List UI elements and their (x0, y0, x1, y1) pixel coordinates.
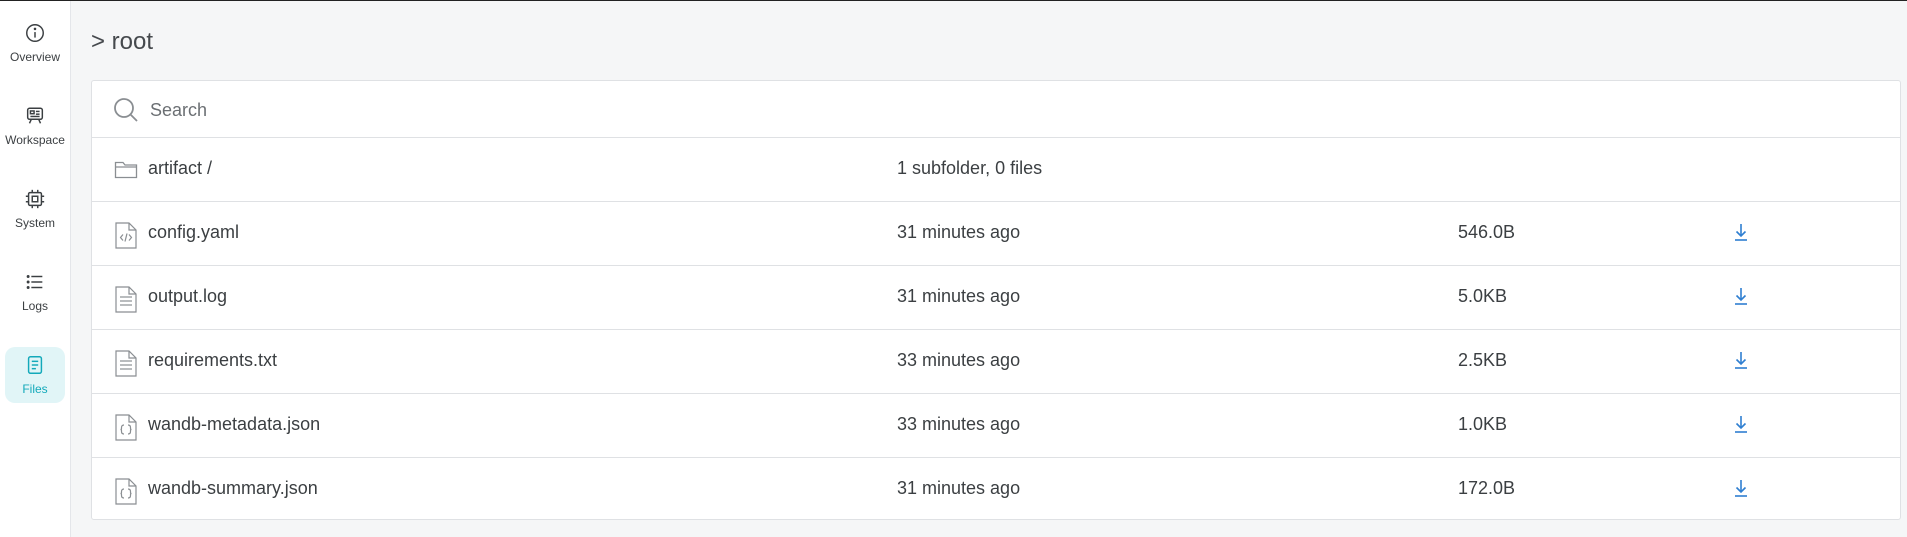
folder-summary: 1 subfolder, 0 files (897, 158, 1043, 178)
file-modified: 33 minutes ago (897, 350, 1021, 370)
search-input[interactable] (148, 95, 1852, 125)
top-border (0, 0, 1907, 1)
download-icon[interactable] (1730, 349, 1752, 371)
download-icon[interactable] (1730, 477, 1752, 499)
sidebar-item-overview[interactable]: Overview (5, 15, 65, 71)
file-name[interactable]: wandb-summary.json (148, 478, 318, 499)
file-name[interactable]: output.log (148, 286, 227, 307)
file-row[interactable]: wandb-metadata.json 33 minutes ago 1.0KB (92, 394, 1900, 458)
json-file-icon (115, 478, 137, 505)
sidebar-item-label: Files (22, 382, 48, 396)
sidebar-item-label: Overview (9, 50, 60, 64)
folder-name[interactable]: artifact / (148, 158, 212, 179)
sidebar: Overview Workspace System Logs Files (0, 1, 71, 537)
file-modified: 31 minutes ago (897, 478, 1021, 498)
file-row[interactable]: config.yaml 31 minutes ago 546.0B (92, 202, 1900, 266)
files-panel: artifact / 1 subfolder, 0 files config.y… (91, 80, 1901, 520)
breadcrumb[interactable]: > root (91, 28, 153, 56)
file-icon (27, 356, 43, 374)
file-size: 546.0B (1458, 222, 1516, 242)
search-icon (114, 98, 138, 122)
sidebar-item-logs[interactable]: Logs (5, 264, 65, 320)
file-row[interactable]: requirements.txt 33 minutes ago 2.5KB (92, 330, 1900, 394)
list-icon (26, 275, 43, 289)
workspace-icon (26, 107, 44, 124)
sidebar-item-label: Logs (21, 299, 49, 313)
file-row[interactable]: output.log 31 minutes ago 5.0KB (92, 266, 1900, 330)
file-size: 1.0KB (1458, 414, 1508, 434)
text-file-icon (115, 350, 137, 377)
file-size: 5.0KB (1458, 286, 1508, 306)
sidebar-item-label: System (14, 216, 55, 230)
file-size: 172.0B (1458, 478, 1516, 498)
file-name[interactable]: wandb-metadata.json (148, 414, 320, 435)
sidebar-item-files[interactable]: Files (5, 347, 65, 403)
sidebar-item-workspace[interactable]: Workspace (5, 98, 65, 154)
file-name[interactable]: requirements.txt (148, 350, 277, 371)
info-circle-icon (26, 24, 44, 42)
file-modified: 31 minutes ago (897, 286, 1021, 306)
download-icon[interactable] (1730, 221, 1752, 243)
text-file-icon (115, 286, 137, 313)
sidebar-item-system[interactable]: System (5, 181, 65, 237)
download-icon[interactable] (1730, 285, 1752, 307)
folder-icon (114, 161, 138, 179)
code-file-icon (115, 222, 137, 249)
folder-row[interactable]: artifact / 1 subfolder, 0 files (92, 138, 1900, 202)
chip-icon (25, 189, 45, 209)
file-row[interactable]: wandb-summary.json 31 minutes ago 172.0B (92, 458, 1900, 521)
file-modified: 33 minutes ago (897, 414, 1021, 434)
file-modified: 31 minutes ago (897, 222, 1021, 242)
json-file-icon (115, 414, 137, 441)
search-bar (92, 81, 1900, 138)
file-size: 2.5KB (1458, 350, 1508, 370)
file-name[interactable]: config.yaml (148, 222, 239, 243)
download-icon[interactable] (1730, 413, 1752, 435)
sidebar-item-label: Workspace (5, 133, 65, 147)
